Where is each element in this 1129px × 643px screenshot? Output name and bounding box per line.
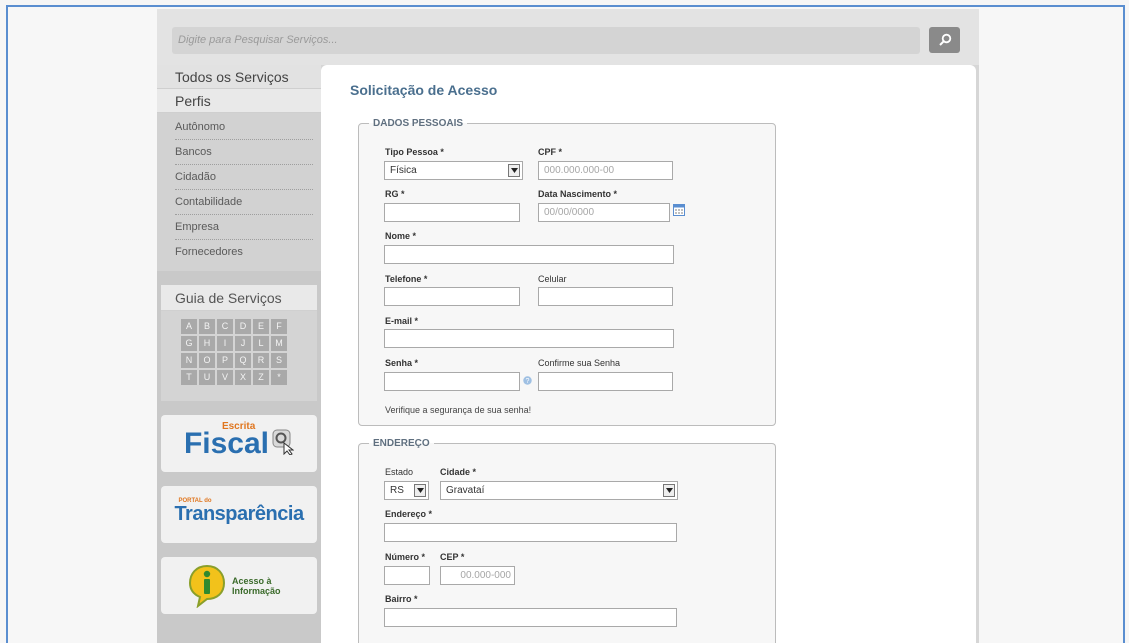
chevron-down-icon: [663, 484, 675, 497]
email-input[interactable]: [384, 329, 674, 348]
letter-link[interactable]: X: [235, 370, 251, 385]
password-label: Senha *: [385, 358, 419, 368]
search-button[interactable]: [929, 27, 960, 53]
sidebar-item-autonomo[interactable]: Autônomo: [175, 115, 313, 140]
letter-link[interactable]: P: [217, 353, 233, 368]
sidebar-all-services[interactable]: Todos os Serviços: [157, 65, 321, 89]
birth-date-input[interactable]: 00/00/0000: [538, 203, 670, 222]
letter-link[interactable]: L: [253, 336, 269, 351]
search-icon: [938, 33, 951, 46]
letter-link[interactable]: H: [199, 336, 215, 351]
confirm-password-input[interactable]: [538, 372, 673, 391]
alphabet-index: A B C D E F G H I J L M N O P Q R S T U …: [161, 311, 317, 401]
magnifier-cursor-icon: [272, 429, 295, 456]
calendar-icon[interactable]: [673, 204, 685, 216]
letter-link[interactable]: D: [235, 319, 251, 334]
mobile-input[interactable]: [538, 287, 673, 306]
district-label: Bairro *: [385, 594, 418, 604]
letter-link[interactable]: Q: [235, 353, 251, 368]
information-icon: [188, 564, 226, 608]
state-label: Estado: [385, 467, 414, 477]
help-icon[interactable]: ?: [523, 376, 532, 385]
letter-link[interactable]: J: [235, 336, 251, 351]
personal-data-legend: DADOS PESSOAIS: [373, 118, 464, 129]
page-title: Solicitação de Acesso: [350, 82, 498, 98]
letter-link[interactable]: A: [181, 319, 197, 334]
main-content: Solicitação de Acesso DADOS PESSOAIS Tip…: [321, 65, 976, 643]
cpf-label: CPF *: [538, 147, 563, 157]
chevron-down-icon: [414, 484, 426, 497]
mobile-label: Celular: [538, 274, 567, 284]
tipo-pessoa-label: Tipo Pessoa *: [385, 147, 444, 157]
cpf-input[interactable]: 000.000.000-00: [538, 161, 673, 180]
letter-link[interactable]: S: [271, 353, 287, 368]
letter-link[interactable]: C: [217, 319, 233, 334]
city-select[interactable]: Gravataí: [440, 481, 678, 500]
cep-input[interactable]: 00.000-000: [440, 566, 515, 585]
letter-link[interactable]: F: [271, 319, 287, 334]
sidebar-profiles-title: Perfis: [157, 89, 321, 113]
confirm-password-label: Confirme sua Senha: [538, 358, 621, 368]
service-guide-title: Guia de Serviços: [161, 285, 317, 311]
name-label: Nome *: [385, 231, 417, 241]
profile-list: Autônomo Bancos Cidadão Contabilidade Em…: [157, 113, 321, 271]
letter-link[interactable]: U: [199, 370, 215, 385]
letter-link[interactable]: *: [271, 370, 287, 385]
escrita-fiscal-logo: Escrita Fiscal: [184, 421, 295, 461]
birth-date-label: Data Nascimento *: [538, 189, 618, 199]
letter-link[interactable]: N: [181, 353, 197, 368]
number-label: Número *: [385, 552, 426, 562]
email-label: E-mail *: [385, 316, 419, 326]
letter-link[interactable]: T: [181, 370, 197, 385]
svg-text:?: ?: [526, 378, 530, 385]
phone-input[interactable]: [384, 287, 520, 306]
letter-link[interactable]: M: [271, 336, 287, 351]
rg-input[interactable]: [384, 203, 520, 222]
district-input[interactable]: [384, 608, 677, 627]
city-label: Cidade *: [440, 467, 477, 477]
address-legend: ENDEREÇO: [373, 438, 430, 449]
password-strength-note: Verifique a segurança de sua senha!: [385, 405, 532, 415]
sidebar-item-fornecedores[interactable]: Fornecedores: [175, 240, 313, 265]
sidebar-item-contabilidade[interactable]: Contabilidade: [175, 190, 313, 215]
access-information-banner[interactable]: Acesso à Informação: [161, 557, 317, 614]
sidebar-item-empresa[interactable]: Empresa: [175, 215, 313, 240]
rg-label: RG *: [385, 189, 405, 199]
letter-link[interactable]: E: [253, 319, 269, 334]
password-input[interactable]: [384, 372, 520, 391]
number-input[interactable]: [384, 566, 430, 585]
name-input[interactable]: [384, 245, 674, 264]
letter-link[interactable]: G: [181, 336, 197, 351]
letter-link[interactable]: O: [199, 353, 215, 368]
service-guide: Guia de Serviços A B C D E F G H I J L M…: [161, 285, 317, 401]
sidebar-item-cidadao[interactable]: Cidadão: [175, 165, 313, 190]
phone-label: Telefone *: [385, 274, 428, 284]
street-label: Endereço *: [385, 509, 433, 519]
escrita-fiscal-banner[interactable]: Escrita Fiscal: [161, 415, 317, 472]
transparency-portal-logo: PORTAL do Transparência: [174, 498, 304, 525]
chevron-down-icon: [508, 164, 520, 177]
letter-link[interactable]: B: [199, 319, 215, 334]
tipo-pessoa-select[interactable]: Física: [384, 161, 523, 180]
letter-link[interactable]: V: [217, 370, 233, 385]
letter-link[interactable]: I: [217, 336, 233, 351]
letter-link[interactable]: Z: [253, 370, 269, 385]
sidebar: Todos os Serviços Perfis Autônomo Bancos…: [157, 65, 321, 643]
search-input[interactable]: Digite para Pesquisar Serviços...: [172, 27, 920, 54]
state-select[interactable]: RS: [384, 481, 429, 500]
letter-link[interactable]: R: [253, 353, 269, 368]
street-input[interactable]: [384, 523, 677, 542]
access-information-text: Acesso à Informação: [232, 575, 281, 596]
sidebar-item-bancos[interactable]: Bancos: [175, 140, 313, 165]
cep-label: CEP *: [440, 552, 465, 562]
transparency-portal-banner[interactable]: PORTAL do Transparência: [161, 486, 317, 543]
